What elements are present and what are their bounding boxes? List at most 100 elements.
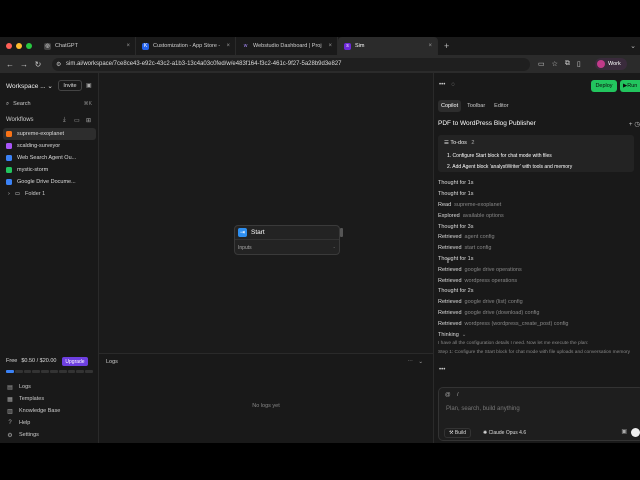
message-line: Retrieved start config bbox=[438, 243, 634, 254]
logs-panel-controls[interactable]: ⋯ ⌄ bbox=[407, 359, 425, 365]
folder-item[interactable]: › ▭ Folder 1 bbox=[3, 188, 96, 200]
history-icon[interactable]: ◌ bbox=[451, 82, 455, 88]
address-bar[interactable]: ⚙ sim.ai/workspace/7ce8ce43-e92c-43c2-a1… bbox=[52, 57, 530, 71]
usage-bar bbox=[6, 370, 93, 373]
browser-tab-app-store[interactable]: K Customization - App Store - × bbox=[136, 37, 236, 55]
bookmark-star-icon[interactable]: ☆ bbox=[552, 60, 558, 68]
close-tab-icon[interactable]: × bbox=[428, 43, 432, 49]
image-upload-icon[interactable]: ▣ bbox=[621, 428, 627, 435]
sidepanel-icon[interactable]: ▯ bbox=[577, 60, 581, 68]
browser-tab-sim[interactable]: s Sim × bbox=[338, 37, 438, 55]
mode-selector[interactable]: ⚒ Build bbox=[444, 428, 471, 438]
workflows-header: Workflows ⤓ ▭ ⊞ bbox=[6, 117, 94, 124]
nav-knowledge-base[interactable]: ▥ Knowledge Base bbox=[6, 405, 94, 417]
workflow-item[interactable]: mystic-storm bbox=[3, 164, 96, 176]
workflow-item[interactable]: Google Drive Docume... bbox=[3, 176, 96, 188]
folder-name: Folder 1 bbox=[25, 191, 46, 197]
help-icon: ? bbox=[8, 420, 12, 426]
todo-item: 1. Configure Start block for chat mode w… bbox=[447, 153, 552, 159]
nav-settings[interactable]: ⚙ Settings bbox=[6, 429, 94, 441]
slash-command-icon[interactable]: / bbox=[457, 392, 459, 398]
profile-button[interactable]: Work bbox=[595, 58, 627, 70]
nav-templates[interactable]: ▦ Templates bbox=[6, 393, 94, 405]
close-tab-icon[interactable]: × bbox=[126, 43, 130, 49]
maximize-window-button[interactable] bbox=[26, 43, 32, 49]
model-icon: ✺ bbox=[483, 430, 488, 436]
webstudio-icon: w bbox=[243, 43, 248, 49]
message-detail: google drive (download) config bbox=[464, 309, 540, 316]
tab-toolbar[interactable]: Toolbar bbox=[464, 100, 488, 112]
message-line: Retrieved google drive (download) config bbox=[438, 308, 634, 319]
browser-tab-chatgpt[interactable]: ◎ ChatGPT × bbox=[38, 37, 136, 55]
message-detail: start config bbox=[464, 245, 492, 252]
nav-label: Help bbox=[19, 420, 31, 426]
workflows-label: Workflows bbox=[6, 117, 34, 123]
workflow-item[interactable]: scalding-surveyor bbox=[3, 140, 96, 152]
search-shortcut: ⌘K bbox=[83, 101, 92, 107]
start-block-output-handle[interactable] bbox=[340, 228, 343, 237]
workflow-name: Web Search Agent Ou... bbox=[17, 155, 77, 161]
todo-item: 2. Add Agent block 'analystWriter' with … bbox=[447, 164, 573, 170]
collapse-sidebar-icon[interactable]: ▣ bbox=[86, 82, 92, 89]
more-options-icon[interactable]: ••• bbox=[439, 82, 445, 88]
new-tab-button[interactable]: + bbox=[438, 41, 455, 51]
nav-logs[interactable]: ▤ Logs bbox=[6, 381, 94, 393]
new-workflow-icon[interactable]: ⊞ bbox=[86, 117, 91, 124]
start-block[interactable]: ⇥ Start Inputs - bbox=[234, 225, 340, 255]
run-label: Run bbox=[627, 83, 638, 89]
workflow-color-icon bbox=[6, 143, 12, 149]
workflow-canvas[interactable]: ⇥ Start Inputs - bbox=[99, 73, 433, 353]
chat-history-icon[interactable]: ◷ bbox=[634, 121, 640, 128]
new-chat-icon[interactable]: + bbox=[629, 121, 633, 128]
inputs-label: Inputs bbox=[238, 244, 252, 251]
search-button[interactable]: ⌕ Search ⌘K bbox=[6, 99, 93, 109]
workflow-item[interactable]: Web Search Agent Ou... bbox=[3, 152, 96, 164]
close-window-button[interactable] bbox=[6, 43, 12, 49]
start-block-title: Start bbox=[251, 229, 265, 236]
site-info-icon[interactable]: ⚙ bbox=[56, 61, 61, 68]
run-button[interactable]: ▶ Run bbox=[620, 80, 640, 92]
inputs-value: - bbox=[333, 244, 335, 251]
message-line: Retrieved wordpress operations bbox=[438, 275, 634, 286]
deploy-button[interactable]: Deploy bbox=[591, 80, 617, 92]
workflow-item[interactable]: supreme-exoplanet bbox=[3, 128, 96, 140]
back-arrow-icon[interactable]: ← bbox=[3, 60, 17, 69]
search-label: Search bbox=[13, 101, 31, 107]
workflow-color-icon bbox=[6, 179, 12, 185]
tab-label: ChatGPT bbox=[55, 43, 78, 49]
upgrade-button[interactable]: Upgrade bbox=[62, 357, 88, 366]
message-line: Retrieved google drive operations bbox=[438, 264, 634, 275]
minimize-window-button[interactable] bbox=[16, 43, 22, 49]
thinking-toggle[interactable]: Thinking ⌄ bbox=[438, 329, 634, 340]
forward-arrow-icon[interactable]: → bbox=[17, 60, 31, 69]
tab-editor[interactable]: Editor bbox=[491, 100, 511, 112]
tab-search-chevron-icon[interactable]: ⌄ bbox=[630, 42, 636, 50]
install-app-icon[interactable]: ▭ bbox=[538, 60, 545, 68]
tab-copilot[interactable]: Copilot bbox=[438, 100, 462, 112]
top-black-bezel bbox=[0, 0, 640, 37]
close-tab-icon[interactable]: × bbox=[226, 43, 230, 49]
new-folder-icon[interactable]: ▭ bbox=[74, 117, 80, 124]
message-line: Thought for 3s bbox=[438, 221, 634, 232]
message-verb: Retrieved bbox=[438, 299, 462, 306]
nav-help[interactable]: ? Help bbox=[6, 417, 94, 429]
message-detail: supreme-exoplanet bbox=[454, 201, 502, 208]
workspace-selector[interactable]: Workspace ... ⌄ bbox=[6, 82, 53, 90]
import-icon[interactable]: ⤓ bbox=[63, 117, 66, 124]
settings-icon: ⚙ bbox=[7, 432, 13, 439]
mention-icon[interactable]: @ bbox=[445, 392, 451, 398]
send-button[interactable] bbox=[631, 428, 640, 437]
chatgpt-icon: ◎ bbox=[44, 42, 51, 50]
message-detail: wordpress (wordpress_create_post) config bbox=[464, 320, 569, 327]
copilot-input[interactable]: @ / Plan, search, build anything ⚒ Build… bbox=[438, 387, 640, 441]
workflow-list: supreme-exoplanet scalding-surveyor Web … bbox=[3, 128, 96, 200]
reload-icon[interactable]: ↻ bbox=[31, 60, 45, 69]
invite-button[interactable]: Invite bbox=[58, 80, 82, 91]
todos-label: To-dos bbox=[450, 140, 467, 146]
extensions-icon[interactable]: ⧉ bbox=[565, 60, 570, 68]
close-tab-icon[interactable]: × bbox=[328, 43, 332, 49]
model-selector[interactable]: ✺ Claude Opus 4.6 bbox=[479, 428, 530, 438]
workflow-color-icon bbox=[6, 155, 12, 161]
browser-tab-webstudio[interactable]: w Webstudio Dashboard | Proj × bbox=[236, 37, 338, 55]
todos-count: 2 bbox=[471, 140, 475, 146]
